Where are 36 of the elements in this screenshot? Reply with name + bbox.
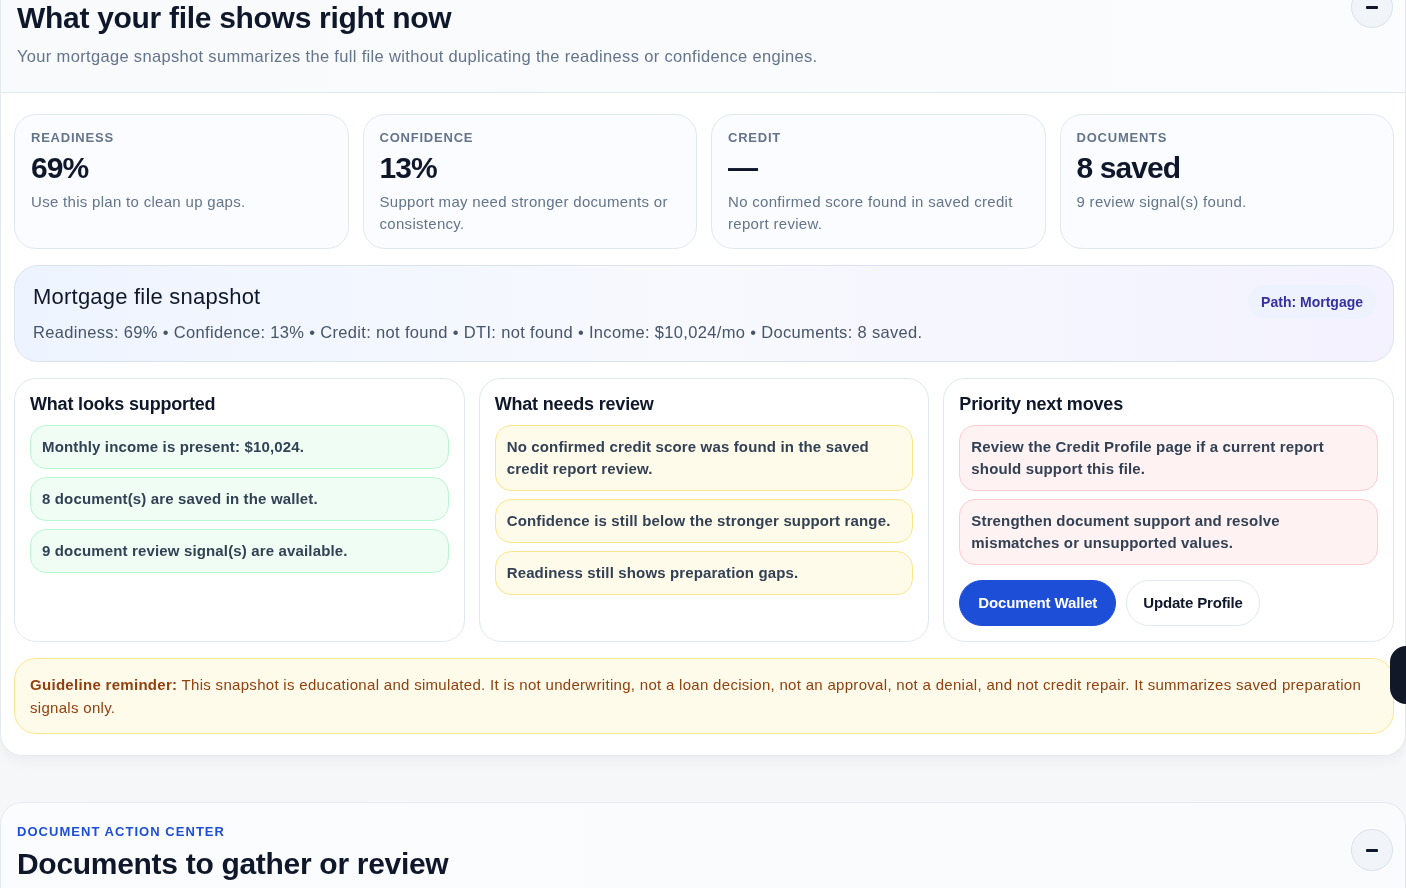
review-item: No confirmed credit score was found in the saved credit report review. — [494, 425, 914, 491]
section-eyebrow: DOCUMENT ACTION CENTER — [17, 823, 226, 841]
panel-title: What needs review — [494, 393, 655, 416]
stat-note: No confirmed score found in saved credit report review. — [728, 192, 1014, 234]
stat-value: — — [728, 150, 759, 186]
section-title: What your file shows right now — [17, 0, 453, 36]
supported-item: Monthly income is present: $10,024. — [30, 425, 449, 469]
stat-note: 9 review signal(s) found. — [1076, 192, 1248, 212]
panel-title: Priority next moves — [959, 393, 1124, 416]
priority-item: Review the Credit Profile page if a current report should support this file. — [959, 425, 1378, 491]
stat-label: READINESS — [31, 129, 115, 147]
review-item: Readiness still shows preparation gaps. — [494, 551, 914, 595]
stat-note: Support may need stronger documents or consistency. — [379, 192, 669, 234]
stat-value: 69% — [31, 150, 90, 186]
priority-item: Strengthen document support and resolve mismatches or unsupported values. — [959, 499, 1378, 565]
stat-value: 8 saved — [1076, 150, 1182, 186]
minus-icon — [1366, 848, 1378, 852]
stat-label: DOCUMENTS — [1076, 129, 1169, 147]
review-item: Confidence is still below the stronger support range. — [494, 499, 914, 543]
section-title: Documents to gather or review — [17, 846, 449, 882]
stat-label: CONFIDENCE — [379, 129, 475, 147]
stat-value: 13% — [379, 150, 438, 186]
profile-button[interactable]: Update Profile — [1126, 580, 1260, 626]
guideline-notice: Guideline reminder: This snapshot is educational and simulated. It is not underwriting, not a loan decision, not an approval, not a denial, and not credit repair. It summarizes saved preparation signals only. — [14, 658, 1394, 734]
panel-title: What looks supported — [30, 393, 217, 416]
wallet-button[interactable]: Document Wallet — [959, 580, 1117, 626]
stat-label: CREDIT — [728, 129, 783, 147]
snapshot-summary: Readiness: 69% • Confidence: 13% • Credit: not found • DTI: not found • Income: $10,024/mo • Documents: 8 saved. — [33, 322, 923, 343]
floating-button[interactable] — [1390, 646, 1406, 704]
snapshot-title: Mortgage file snapshot — [33, 283, 262, 311]
minus-icon — [1366, 5, 1378, 9]
section-subtitle: Your mortgage snapshot summarizes the full file without duplicating the readiness or confidence engines. — [17, 46, 818, 67]
supported-item: 9 document review signal(s) are available. — [30, 529, 449, 573]
stat-note: Use this plan to clean up gaps. — [31, 192, 247, 212]
path-badge: Path: Mortgage — [1248, 285, 1376, 319]
supported-item: 8 document(s) are saved in the wallet. — [30, 477, 449, 521]
